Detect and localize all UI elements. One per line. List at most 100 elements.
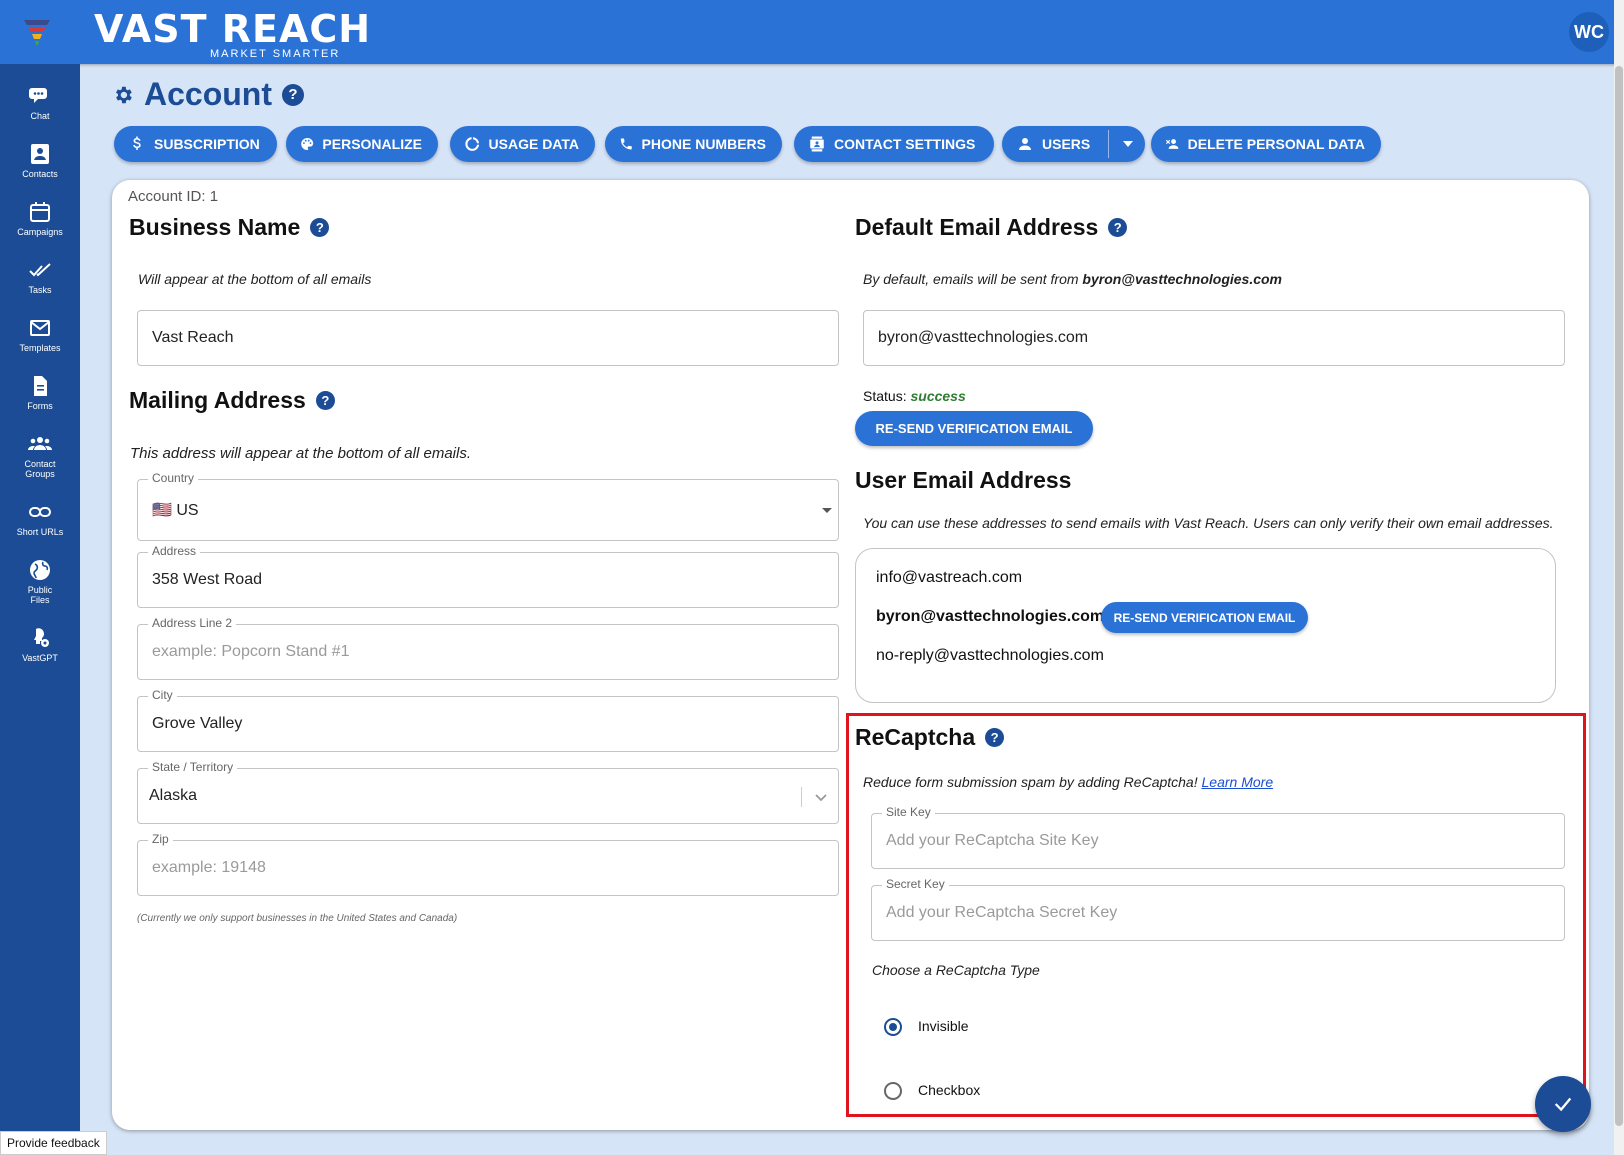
learn-more-link[interactable]: Learn More [1202, 774, 1274, 790]
sidebar-item-short-urls[interactable]: Short URLs [0, 500, 80, 537]
delete-personal-data-label: DELETE PERSONAL DATA [1187, 136, 1365, 152]
sidebar-item-label: Chat [30, 111, 50, 121]
page-title-text: Account [144, 76, 272, 112]
default-email-note-prefix: By default, emails will be sent from [863, 271, 1083, 287]
vastgpt-icon [34, 628, 49, 647]
sidebar-item-label: VastGPT [22, 653, 58, 663]
address-value: 358 West Road [152, 571, 262, 588]
city-value: Grove Valley [152, 715, 243, 732]
radio-button[interactable] [884, 1082, 902, 1100]
sidebar-item-contacts[interactable]: Contacts [0, 142, 80, 179]
contact-card-icon [810, 136, 824, 152]
city-label: City [148, 688, 177, 702]
funnel-logo-icon[interactable] [22, 18, 52, 46]
radio-invisible[interactable]: Invisible [884, 1016, 1084, 1038]
page-scrollbar[interactable] [1614, 0, 1624, 1155]
address-line-2-input[interactable]: Address Line 2 example: Popcorn Stand #1 [137, 616, 839, 680]
link-icon [29, 507, 51, 517]
business-name-note: Will appear at the bottom of all emails [138, 271, 372, 287]
support-note: (Currently we only support businesses in… [137, 913, 458, 924]
default-email-value: byron@vasttechnologies.com [878, 329, 1089, 346]
address-input[interactable]: Address 358 West Road [137, 544, 839, 608]
scrollbar-thumb[interactable] [1615, 66, 1623, 1126]
brand-name: VAST REACH [94, 7, 372, 51]
radio-button-selected[interactable] [884, 1018, 902, 1036]
list-item: no-reply@vasttechnologies.com [876, 647, 1104, 664]
resend-verification-button[interactable]: RE-SEND VERIFICATION EMAIL [855, 411, 1093, 446]
checkmark-icon [1554, 1097, 1572, 1112]
chat-icon [29, 88, 47, 103]
help-icon[interactable]: ? [985, 728, 1005, 747]
secret-key-label: Secret Key [882, 877, 949, 891]
help-icon[interactable]: ? [315, 391, 335, 410]
palette-icon [301, 137, 314, 151]
subscription-label: SUBSCRIPTION [154, 136, 260, 152]
subscription-button[interactable]: SUBSCRIPTION [114, 126, 277, 162]
city-input[interactable]: City Grove Valley [137, 688, 839, 752]
default-email-heading-text: Default Email Address [855, 214, 1099, 240]
country-label: Country [148, 471, 199, 485]
split-divider [1108, 130, 1109, 158]
donut-chart-icon [465, 137, 480, 151]
top-bar: VAST REACH MARKET SMARTER WC [0, 0, 1624, 64]
campaigns-icon [30, 202, 50, 222]
business-name-value: Vast Reach [152, 329, 234, 346]
delete-personal-data-button[interactable]: DELETE PERSONAL DATA [1151, 126, 1381, 162]
sidebar-item-chat[interactable]: Chat [0, 84, 80, 121]
site-key-label: Site Key [882, 805, 935, 819]
save-button[interactable] [1535, 1076, 1591, 1132]
zip-input[interactable]: Zip example: 19148 [137, 832, 839, 896]
remove-person-icon [1165, 139, 1179, 149]
default-email-input[interactable]: byron@vasttechnologies.com [863, 310, 1565, 366]
secret-key-input[interactable]: Secret Key Add your ReCaptcha Secret Key [871, 877, 1565, 941]
sidebar-item-tasks[interactable]: Tasks [0, 258, 80, 295]
forms-icon [34, 376, 47, 396]
contact-settings-button[interactable]: CONTACT SETTINGS [794, 126, 994, 162]
business-name-input[interactable]: Vast Reach [137, 310, 839, 366]
recaptcha-heading: ReCaptcha ? [855, 724, 1005, 751]
users-label: USERS [1042, 136, 1091, 152]
usage-data-label: USAGE DATA [488, 136, 579, 152]
country-select[interactable]: Country 🇺🇸 US [137, 471, 839, 541]
dropdown-arrow-icon[interactable] [822, 508, 832, 513]
status-value: success [910, 388, 966, 404]
state-value: Alaska [149, 787, 198, 804]
site-key-input[interactable]: Site Key Add your ReCaptcha Site Key [871, 805, 1565, 869]
sidebar-item-label: Contact Groups [24, 459, 56, 479]
user-email-heading-text: User Email Address [855, 467, 1072, 493]
brand-logo[interactable]: VAST REACH MARKET SMARTER [94, 7, 372, 60]
users-split-button[interactable]: USERS [1002, 126, 1145, 162]
help-icon[interactable]: ? [310, 218, 330, 237]
sidebar-item-contact-groups[interactable]: Contact Groups [0, 432, 80, 479]
phone-icon [620, 138, 632, 150]
state-select[interactable]: State / Territory Alaska [137, 760, 839, 824]
account-card: Account ID: 1 Business Name ? Will appea… [112, 180, 1589, 1130]
usage-data-button[interactable]: USAGE DATA [450, 126, 595, 162]
phone-numbers-button[interactable]: PHONE NUMBERS [605, 126, 782, 162]
recaptcha-heading-text: ReCaptcha [855, 724, 976, 750]
help-icon[interactable]: ? [282, 83, 304, 106]
radio-checkbox[interactable]: Checkbox [884, 1080, 1084, 1102]
address-line-2-label: Address Line 2 [148, 616, 237, 630]
sidebar-item-public-files[interactable]: Public Files [0, 558, 80, 605]
mailing-address-note: This address will appear at the bottom o… [130, 445, 471, 462]
provide-feedback-button[interactable]: Provide feedback [0, 1131, 107, 1155]
sidebar: Chat Contacts Campaigns Tasks Templates … [0, 64, 80, 1155]
sidebar-item-forms[interactable]: Forms [0, 374, 80, 411]
user-avatar[interactable]: WC [1569, 12, 1609, 52]
chevron-down-icon[interactable] [814, 790, 828, 804]
sidebar-item-campaigns[interactable]: Campaigns [0, 200, 80, 237]
account-id: Account ID: 1 [128, 188, 219, 205]
radio-invisible-label: Invisible [918, 1018, 969, 1034]
default-email-note-email: byron@vasttechnologies.com [1082, 271, 1283, 287]
resend-verification-button[interactable]: RE-SEND VERIFICATION EMAIL [1101, 602, 1308, 633]
zip-label: Zip [148, 832, 173, 846]
sidebar-item-vastgpt[interactable]: VastGPT [0, 626, 80, 663]
contact-settings-label: CONTACT SETTINGS [834, 136, 976, 152]
personalize-button[interactable]: PERSONALIZE [286, 126, 438, 162]
globe-icon [30, 560, 50, 580]
chevron-down-icon[interactable] [1123, 141, 1133, 147]
help-icon[interactable]: ? [1108, 218, 1128, 237]
recaptcha-type-label: Choose a ReCaptcha Type [872, 962, 1040, 978]
sidebar-item-templates[interactable]: Templates [0, 316, 80, 353]
